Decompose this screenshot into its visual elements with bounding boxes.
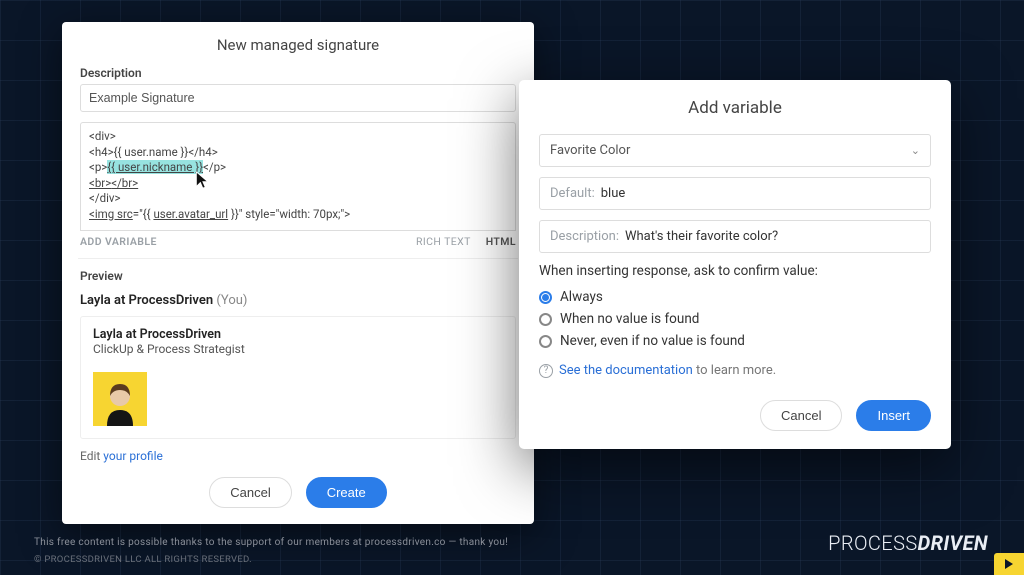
var-desc-value: What's their favorite color? [625, 229, 778, 244]
add-variable-link[interactable]: ADD VARIABLE [80, 235, 157, 248]
signature-preview-card: Layla at ProcessDriven ClickUp & Process… [80, 316, 516, 439]
preview-header: Layla at ProcessDriven (You) [80, 289, 516, 316]
video-badge-icon[interactable] [994, 553, 1024, 575]
preview-header-you: (You) [216, 293, 247, 308]
brand-logo: PROCESSDRIVEN [828, 531, 988, 555]
description-label: Description [80, 66, 516, 80]
description-input[interactable] [80, 84, 516, 112]
variable-select-value: Favorite Color [550, 143, 630, 158]
preview-label: Preview [80, 269, 516, 283]
code-line: <br></br> [89, 176, 507, 192]
confirm-question: When inserting response, ask to confirm … [539, 263, 931, 279]
signature-dialog: New managed signature Description <div> … [62, 22, 534, 524]
documentation-line: ? See the documentation to learn more. [539, 363, 931, 378]
signature-code-editor[interactable]: <div> <h4>{{ user.name }}</h4> <p>{{ use… [80, 122, 516, 231]
preview-role: ClickUp & Process Strategist [93, 342, 503, 356]
documentation-link[interactable]: See the documentation [559, 363, 693, 378]
preview-name: Layla at ProcessDriven [93, 327, 503, 342]
code-line: <div> [89, 129, 507, 145]
default-label: Default: [550, 186, 595, 201]
editor-toolbar: ADD VARIABLE RICH TEXT HTML [80, 231, 516, 256]
code-line: <h4>{{ user.name }}</h4> [89, 145, 507, 161]
description-field[interactable]: Description: What's their favorite color… [539, 220, 931, 253]
tab-html[interactable]: HTML [486, 235, 516, 248]
confirm-radio-group: Always When no value is found Never, eve… [539, 289, 931, 349]
radio-when-empty[interactable]: When no value is found [539, 311, 931, 327]
variable-select[interactable]: Favorite Color ⌄ [539, 134, 931, 167]
cancel-button[interactable]: Cancel [209, 477, 291, 508]
add-variable-dialog: Add variable Favorite Color ⌄ Default: b… [519, 80, 951, 449]
var-desc-label: Description: [550, 229, 619, 244]
radio-never[interactable]: Never, even if no value is found [539, 333, 931, 349]
divider [78, 258, 518, 259]
tab-rich-text[interactable]: RICH TEXT [416, 235, 471, 248]
edit-profile-link[interactable]: your profile [103, 449, 163, 463]
cancel-button[interactable]: Cancel [760, 400, 842, 431]
preview-header-name: Layla at ProcessDriven [80, 293, 213, 308]
radio-icon [539, 313, 552, 326]
insert-button[interactable]: Insert [856, 400, 931, 431]
dialog-title: New managed signature [80, 36, 516, 54]
create-button[interactable]: Create [306, 477, 387, 508]
code-line: <img src="{{ user.avatar_url }}" style="… [89, 207, 507, 223]
help-icon: ? [539, 364, 553, 378]
default-value: blue [601, 186, 626, 201]
radio-always[interactable]: Always [539, 289, 931, 305]
footer-copyright: © PROCESSDRIVEN LLC ALL RIGHTS RESERVED. [34, 554, 990, 565]
radio-icon [539, 335, 552, 348]
code-line: </div> [89, 191, 507, 207]
avatar [93, 372, 147, 426]
default-field[interactable]: Default: blue [539, 177, 931, 210]
code-line: <p>{{ user.nickname }}</p> [89, 160, 507, 176]
dialog-title: Add variable [539, 98, 931, 118]
radio-icon [539, 291, 552, 304]
chevron-down-icon: ⌄ [911, 144, 920, 157]
edit-profile-line: Edit your profile [80, 449, 516, 463]
